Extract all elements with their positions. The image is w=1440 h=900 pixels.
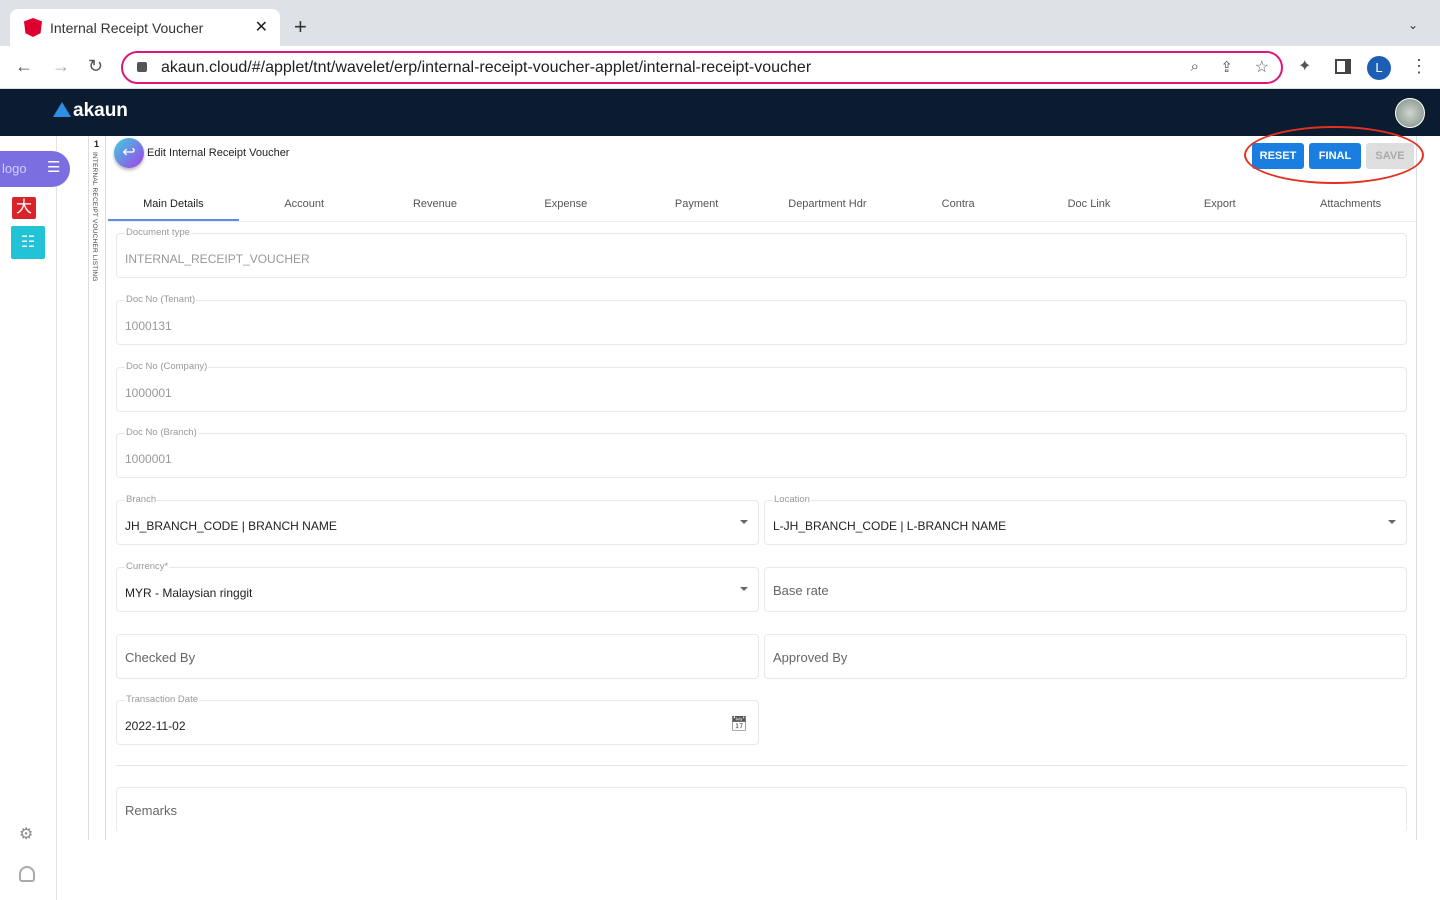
listing-icon[interactable]: ☷ (11, 226, 45, 259)
sidebar-toggle-icon[interactable] (1335, 59, 1351, 74)
divider (116, 765, 1407, 766)
field-label: Branch (125, 494, 158, 505)
tab-department-hdr[interactable]: Department Hdr (762, 190, 893, 221)
extensions-icon[interactable]: ✦ (1298, 56, 1311, 76)
browser-tab[interactable]: Internal Receipt Voucher ✕ (10, 9, 280, 46)
logo-broken-image: logo (2, 161, 27, 176)
forward-nav-icon[interactable]: → (52, 56, 70, 77)
brand-logo[interactable]: akaun (53, 100, 128, 122)
tab-search-chevron-icon[interactable]: ⌄ (1408, 18, 1418, 32)
field-placeholder: Approved By (773, 650, 848, 665)
remarks-textarea[interactable]: Remarks (116, 787, 1407, 832)
checked-by-input[interactable]: Checked By (116, 634, 759, 679)
field-placeholder: Base rate (773, 583, 829, 598)
currency-select[interactable]: Currency* MYR - Malaysian ringgit (116, 561, 759, 612)
dropdown-arrow-icon (740, 587, 748, 591)
field-value: 1000001 (125, 386, 172, 400)
field-label: Currency* (125, 561, 170, 572)
applet-icon-red[interactable]: 大 (12, 197, 36, 219)
field-label: Doc No (Tenant) (125, 294, 197, 305)
doc-no-branch-field[interactable]: Doc No (Branch) 1000001 (116, 427, 1407, 478)
profile-avatar[interactable]: L (1367, 56, 1391, 80)
tab-account[interactable]: Account (239, 190, 370, 221)
field-value: 1000131 (125, 319, 172, 333)
field-placeholder: Checked By (125, 650, 196, 665)
tab-export[interactable]: Export (1154, 190, 1285, 221)
field-value: INTERNAL_RECEIPT_VOUCHER (125, 252, 310, 266)
branch-select[interactable]: Branch JH_BRANCH_CODE | BRANCH NAME (116, 494, 759, 545)
field-value: 2022-11-02 (125, 719, 186, 733)
page-title: Edit Internal Receipt Voucher (147, 147, 290, 159)
dropdown-arrow-icon (1388, 520, 1396, 524)
angular-favicon-icon (24, 18, 42, 37)
brand-name: akaun (73, 100, 128, 121)
location-select[interactable]: Location L-JH_BRANCH_CODE | L-BRANCH NAME (764, 494, 1407, 545)
back-nav-icon[interactable]: ← (15, 56, 33, 77)
reload-icon[interactable]: ↻ (88, 56, 103, 77)
address-row: ← → ↻ akaun.cloud/#/applet/tnt/wavelet/e… (0, 46, 1440, 89)
detail-tabs: Main Details Account Revenue Expense Pay… (108, 190, 1416, 222)
field-label: Doc No (Company) (125, 361, 209, 372)
dropdown-arrow-icon (740, 520, 748, 524)
field-value: 1000001 (125, 452, 172, 466)
share-icon[interactable]: ⇪ (1220, 58, 1233, 76)
akaun-logo-icon (53, 102, 71, 117)
tab-main-details[interactable]: Main Details (108, 190, 239, 221)
url-bar[interactable]: akaun.cloud/#/applet/tnt/wavelet/erp/int… (121, 51, 1283, 84)
sidebar-toggle[interactable]: logo ☰ (0, 151, 70, 187)
listing-count: 1 (94, 139, 100, 149)
bookmark-star-icon[interactable]: ☆ (1255, 57, 1269, 77)
app-header (0, 89, 1440, 136)
field-label: Document type (125, 227, 191, 238)
doc-no-tenant-field[interactable]: Doc No (Tenant) 1000131 (116, 294, 1407, 345)
tab-payment[interactable]: Payment (631, 190, 762, 221)
tab-contra[interactable]: Contra (893, 190, 1024, 221)
url-text: akaun.cloud/#/applet/tnt/wavelet/erp/int… (161, 59, 812, 76)
doc-no-company-field[interactable]: Doc No (Company) 1000001 (116, 361, 1407, 412)
tab-doc-link[interactable]: Doc Link (1024, 190, 1155, 221)
user-avatar[interactable] (1395, 98, 1425, 128)
tab-revenue[interactable]: Revenue (370, 190, 501, 221)
approved-by-input[interactable]: Approved By (764, 634, 1407, 679)
listing-label[interactable]: INTERNAL RECEIPT VOUCHER LISTING (91, 152, 98, 282)
field-label: Doc No (Branch) (125, 427, 198, 438)
zoom-icon[interactable]: ⌕ (1191, 58, 1199, 75)
field-value: MYR - Malaysian ringgit (125, 586, 253, 600)
calendar-icon[interactable]: 📅︎ (730, 715, 748, 732)
lock-icon (137, 62, 147, 72)
new-tab-button[interactable]: + (294, 14, 307, 40)
user-profile-icon[interactable] (19, 866, 35, 882)
listing-breadcrumb-strip[interactable]: 1 INTERNAL RECEIPT VOUCHER LISTING (88, 136, 106, 840)
field-label: Location (773, 494, 811, 505)
highlight-annotation-ellipse (1244, 126, 1424, 184)
back-arrow-icon[interactable]: ↩ (114, 138, 144, 168)
field-value: JH_BRANCH_CODE | BRANCH NAME (125, 519, 337, 533)
tab-expense[interactable]: Expense (500, 190, 631, 221)
field-placeholder: Remarks (125, 803, 178, 818)
menu-collapse-icon[interactable]: ☰ (47, 158, 60, 176)
field-label: Transaction Date (125, 694, 199, 705)
tab-attachments[interactable]: Attachments (1285, 190, 1416, 221)
settings-gear-icon[interactable]: ⚙ (19, 824, 33, 844)
field-value: L-JH_BRANCH_CODE | L-BRANCH NAME (773, 519, 1007, 533)
transaction-date-input[interactable]: Transaction Date 2022-11-02 📅︎ (116, 694, 759, 745)
tab-title: Internal Receipt Voucher (50, 20, 204, 36)
close-tab-icon[interactable]: ✕ (255, 17, 268, 37)
base-rate-input[interactable]: Base rate (764, 567, 1407, 612)
browser-menu-icon[interactable]: ⋮ (1410, 56, 1428, 77)
document-type-field[interactable]: Document type INTERNAL_RECEIPT_VOUCHER (116, 227, 1407, 278)
